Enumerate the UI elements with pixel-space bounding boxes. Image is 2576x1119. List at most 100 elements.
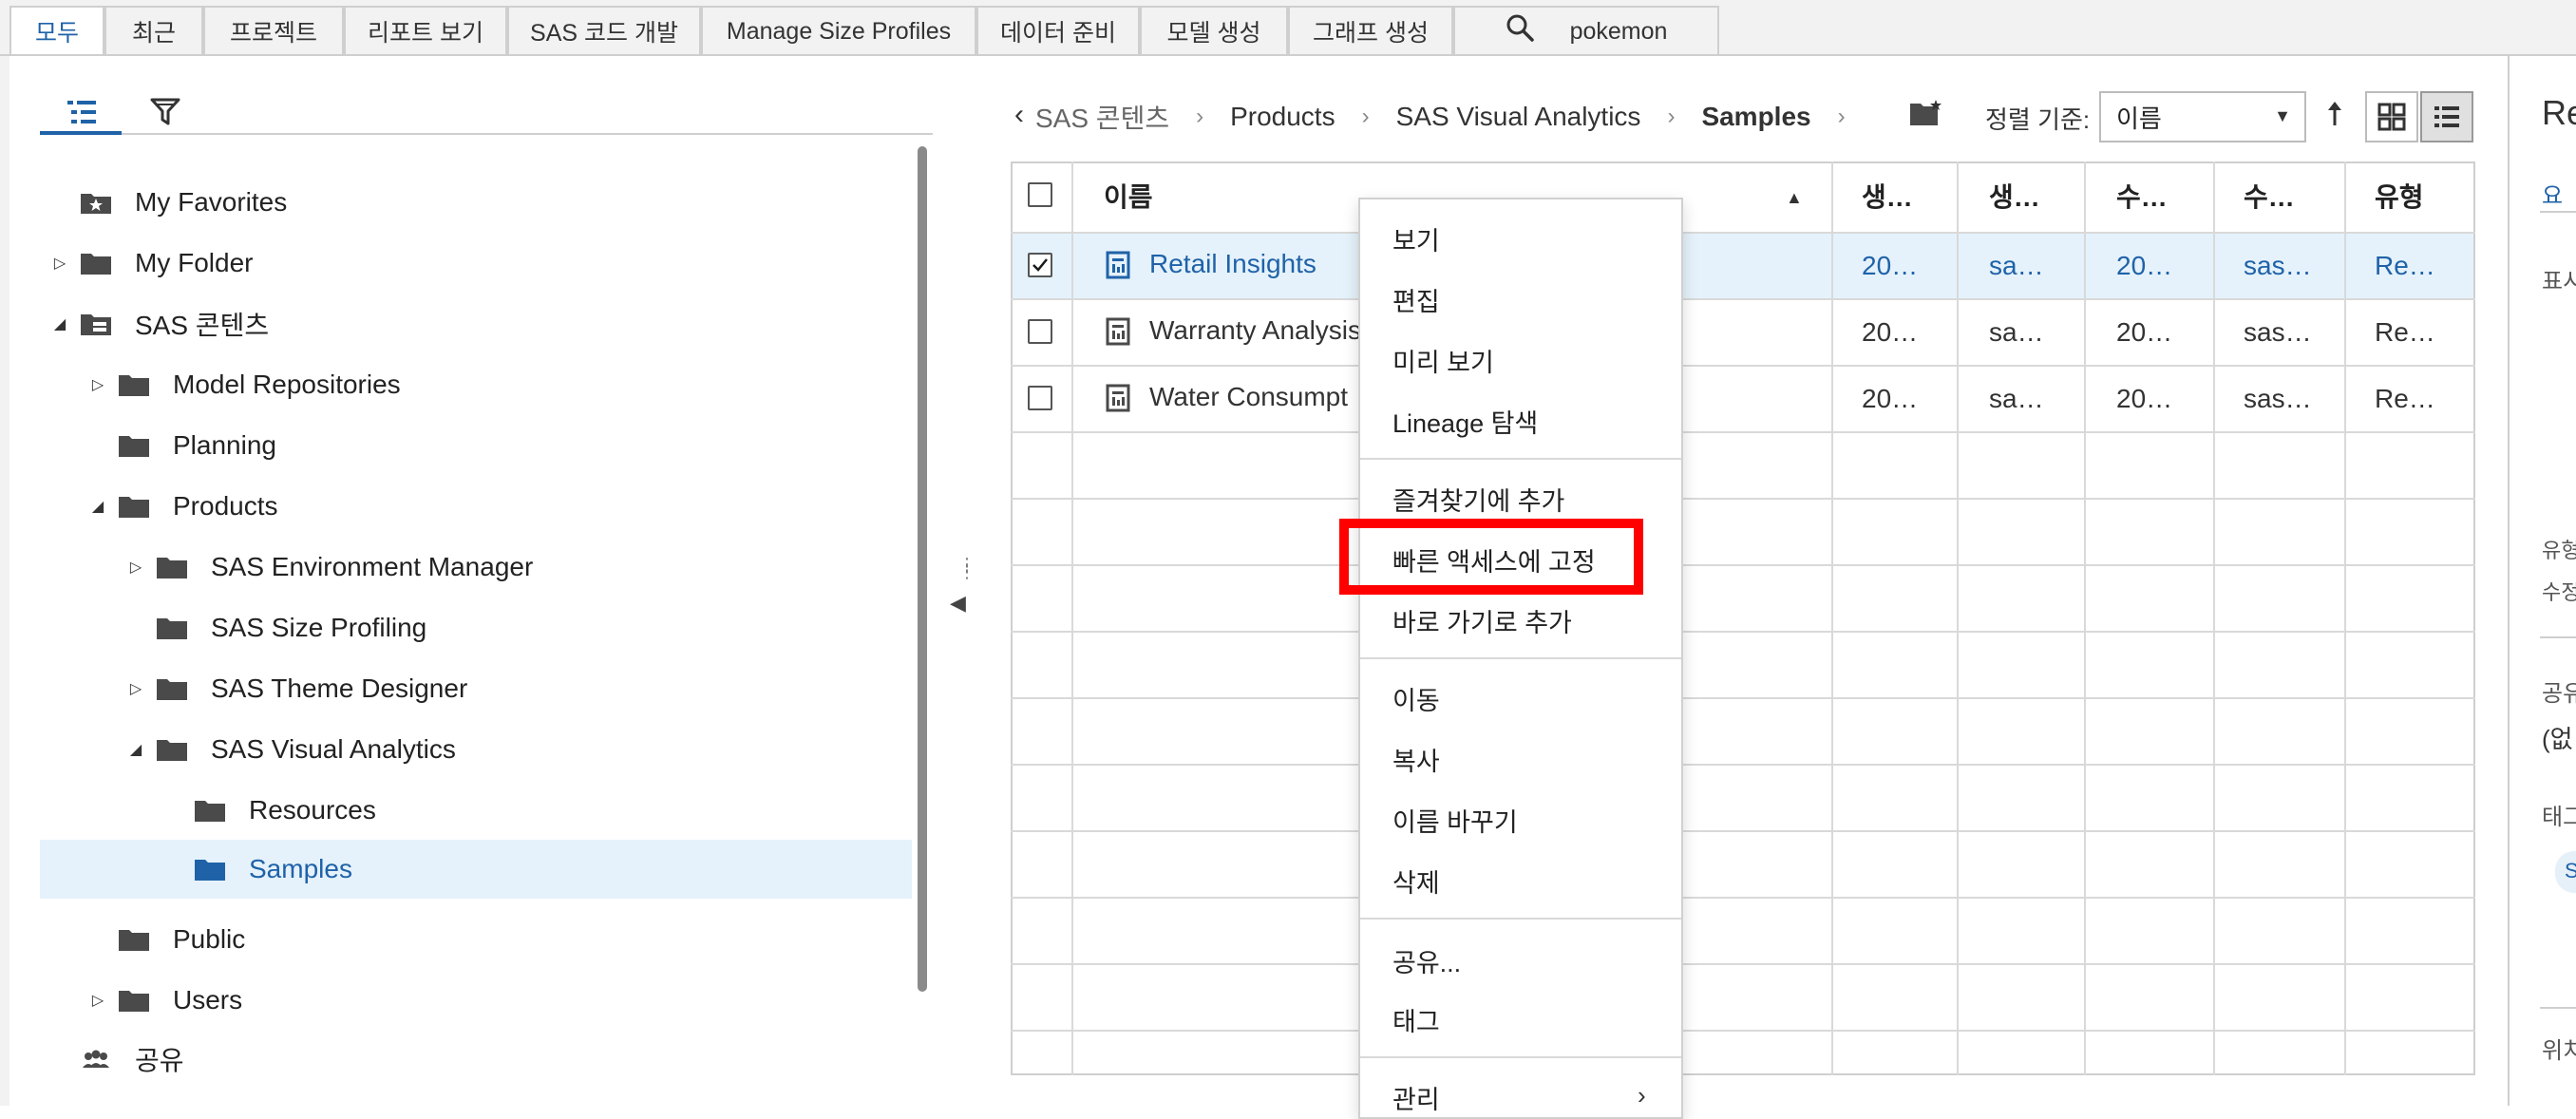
expand-icon[interactable]: ▷ — [125, 679, 146, 698]
tree-item-public[interactable]: Public — [40, 910, 912, 969]
tab-build-models-label: 모델 생성 — [1166, 20, 1261, 47]
tree-item-users[interactable]: ▷ Users — [40, 971, 912, 1030]
tree-item-samples[interactable]: Samples — [40, 840, 912, 899]
arrow-up-icon — [2328, 102, 2341, 125]
menu-item-move[interactable]: 이동 — [1392, 680, 1440, 717]
table-cell-modified: 20… — [2116, 384, 2173, 413]
menu-item-manage[interactable]: 관리 — [1392, 1079, 1440, 1116]
row-checkbox-checked[interactable] — [1028, 253, 1052, 277]
tree-item-label: SAS 콘텐츠 — [135, 311, 270, 340]
collapse-icon[interactable]: ◢ — [87, 497, 108, 516]
table-cell-name[interactable]: Water Consumpt — [1149, 382, 1348, 412]
column-header-name[interactable]: 이름 — [1104, 177, 1153, 215]
breadcrumb-back-icon[interactable]: ‹ — [1014, 99, 1024, 131]
menu-item-delete[interactable]: 삭제 — [1392, 863, 1440, 900]
table-cell-modified: 20… — [2116, 251, 2173, 280]
sort-direction-button[interactable] — [2325, 99, 2344, 135]
tree-view-button[interactable] — [53, 91, 110, 133]
tab-build-graphs[interactable]: 그래프 생성 — [1288, 6, 1453, 55]
sort-ascending-icon[interactable]: ▲ — [1786, 188, 1803, 208]
column-header-modified-by[interactable]: 수… — [2244, 177, 2295, 215]
menu-item-explore-lineage[interactable]: Lineage 탐색 — [1392, 403, 1538, 440]
menu-item-tags[interactable]: 태그 — [1392, 1001, 1440, 1038]
column-header-created[interactable]: 생… — [1862, 177, 1913, 215]
table-cell-name[interactable]: Warranty Analysis — [1149, 315, 1361, 346]
column-header-type[interactable]: 유형 — [2375, 177, 2424, 215]
details-label-location: 위치 — [2542, 1038, 2576, 1064]
expand-icon[interactable]: ▷ — [125, 558, 146, 577]
tab-all[interactable]: 모두 — [9, 6, 104, 55]
splitter-grip-icon[interactable]: ⋮ ⋮ — [958, 556, 975, 580]
tree-item-my-favorites[interactable]: My Favorites — [40, 173, 912, 232]
chevron-right-icon: › — [1638, 1081, 1646, 1110]
table-cell-name[interactable]: Retail Insights — [1149, 249, 1316, 279]
menu-item-rename[interactable]: 이름 바꾸기 — [1392, 802, 1518, 839]
menu-item-share[interactable]: 공유... — [1392, 942, 1461, 979]
tab-sas-code[interactable]: SAS 코드 개발 — [507, 6, 701, 55]
tree-item-label: Public — [173, 924, 246, 954]
tab-manage-size-profiles[interactable]: Manage Size Profiles — [701, 6, 976, 55]
tab-recent[interactable]: 최근 — [104, 6, 203, 55]
collapse-icon[interactable]: ◢ — [125, 740, 146, 759]
collapse-icon[interactable]: ◢ — [49, 314, 70, 333]
expand-icon[interactable]: ▷ — [49, 254, 70, 273]
breadcrumb-item-sas-visual-analytics[interactable]: SAS Visual Analytics — [1396, 102, 1641, 132]
tab-build-models[interactable]: 모델 생성 — [1140, 6, 1288, 55]
tab-search-label: pokemon — [1569, 17, 1668, 45]
tab-report-view[interactable]: 리포트 보기 — [344, 6, 507, 55]
tree-item-sas-size-profiling[interactable]: SAS Size Profiling — [40, 598, 912, 657]
sort-label: 정렬 기준: — [1985, 105, 2091, 134]
filter-button[interactable] — [137, 91, 194, 133]
menu-item-edit[interactable]: 편집 — [1392, 281, 1440, 318]
menu-item-add-as-shortcut[interactable]: 바로 가기로 추가 — [1392, 602, 1572, 639]
tree-item-label: Samples — [249, 854, 352, 883]
breadcrumb-item-sas-content[interactable]: SAS 콘텐츠 — [1035, 98, 1169, 136]
row-checkbox[interactable] — [1028, 319, 1052, 344]
table-row-divider — [1011, 365, 2475, 367]
sort-dropdown[interactable]: 이름 ▼ — [2099, 91, 2306, 142]
expand-icon[interactable]: ▷ — [87, 375, 108, 394]
tree-item-label: 공유 — [135, 1046, 184, 1075]
tree-item-resources[interactable]: Resources — [40, 781, 912, 840]
tree-item-sas-environment-manager[interactable]: ▷ SAS Environment Manager — [40, 538, 912, 597]
tree-item-sas-content[interactable]: ◢ SAS 콘텐츠 — [40, 294, 912, 353]
tree-item-planning[interactable]: Planning — [40, 416, 912, 475]
list-view-button[interactable] — [2420, 91, 2473, 142]
row-checkbox[interactable] — [1028, 386, 1052, 410]
menu-item-copy[interactable]: 복사 — [1392, 741, 1440, 778]
folder-icon — [81, 254, 111, 275]
details-tab[interactable]: 요 — [2542, 177, 2563, 210]
tree-scrollbar[interactable] — [918, 146, 927, 992]
breadcrumb-separator-icon: › — [1837, 104, 1846, 129]
column-header-modified[interactable]: 수… — [2116, 177, 2168, 215]
tree-item-model-repositories[interactable]: ▷ Model Repositories — [40, 355, 912, 414]
table-cell-modified-by: sas… — [2244, 317, 2312, 347]
details-tab-divider — [2540, 211, 2576, 213]
details-label-share: 공유 — [2542, 681, 2576, 707]
breadcrumb-item-products[interactable]: Products — [1230, 102, 1335, 132]
menu-item-view[interactable]: 보기 — [1392, 220, 1440, 257]
menu-item-preview[interactable]: 미리 보기 — [1392, 342, 1494, 379]
tree-item-sas-theme-designer[interactable]: ▷ SAS Theme Designer — [40, 659, 912, 718]
breadcrumb-separator-icon: › — [1196, 104, 1204, 129]
table-cell-type: Re… — [2375, 384, 2435, 413]
tree-item-my-folder[interactable]: ▷ My Folder — [40, 234, 912, 293]
search-icon — [1506, 13, 1534, 49]
grid-view-button[interactable] — [2365, 91, 2418, 142]
tree-item-label: SAS Theme Designer — [211, 673, 468, 703]
sort-dropdown-value: 이름 — [2116, 104, 2162, 133]
report-icon — [1106, 251, 1130, 279]
tab-data-prep[interactable]: 데이터 준비 — [976, 6, 1140, 55]
menu-separator — [1360, 458, 1681, 460]
new-folder-button[interactable] — [1909, 99, 1943, 135]
tree-item-shared[interactable]: 공유 — [40, 1035, 912, 1083]
tree-item-products[interactable]: ◢ Products — [40, 477, 912, 536]
select-all-checkbox[interactable] — [1028, 182, 1052, 207]
column-header-created-by[interactable]: 생… — [1989, 177, 2040, 215]
tree-item-sas-visual-analytics[interactable]: ◢ SAS Visual Analytics — [40, 720, 912, 779]
menu-item-add-to-favorites[interactable]: 즐겨찾기에 추가 — [1392, 481, 1564, 518]
expand-icon[interactable]: ▷ — [87, 991, 108, 1010]
tab-projects[interactable]: 프로젝트 — [203, 6, 344, 55]
collapse-left-panel-icon[interactable]: ◀ — [950, 591, 966, 616]
tab-search[interactable]: pokemon — [1453, 6, 1719, 55]
